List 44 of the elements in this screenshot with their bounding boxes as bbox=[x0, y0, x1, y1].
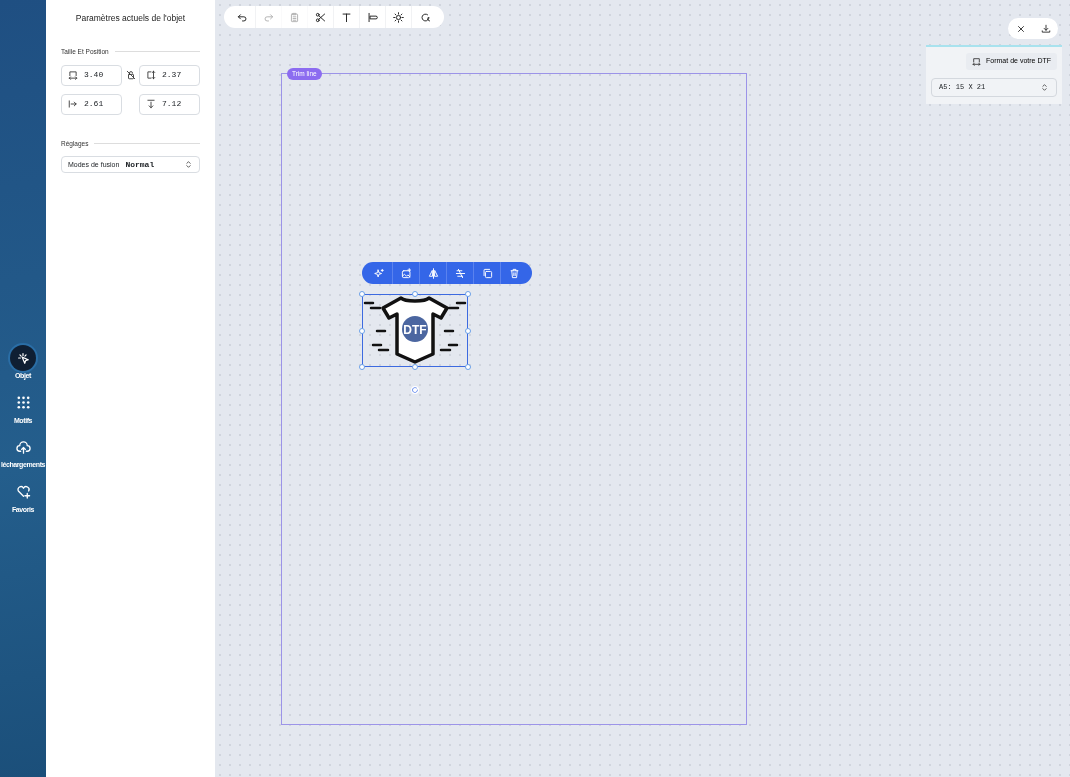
cursor-icon bbox=[16, 351, 30, 365]
close-icon bbox=[1015, 23, 1026, 34]
scissors-icon bbox=[315, 11, 326, 23]
flip-icon bbox=[427, 267, 439, 279]
undo-icon bbox=[237, 11, 248, 23]
tshirt-logo-drawing: DTF bbox=[363, 295, 467, 367]
field-icon bbox=[68, 70, 78, 80]
cloud-upload-icon bbox=[15, 439, 31, 455]
dot-grid-icon bbox=[15, 395, 31, 410]
resize-handle[interactable] bbox=[412, 364, 418, 370]
sparkle-icon bbox=[373, 267, 385, 279]
chevron-updown-icon bbox=[1040, 82, 1049, 92]
field-icon bbox=[146, 99, 156, 109]
redo-icon bbox=[263, 11, 274, 23]
rotate-icon bbox=[419, 11, 431, 23]
width-field[interactable]: 3.40 bbox=[61, 64, 122, 86]
resize-handle[interactable] bbox=[465, 291, 471, 297]
download-icon bbox=[1040, 23, 1051, 34]
height-field[interactable]: 2.37 bbox=[139, 64, 200, 86]
resize-handle[interactable] bbox=[465, 364, 471, 370]
resize-handle[interactable] bbox=[465, 328, 471, 334]
heart-plus-icon bbox=[15, 484, 31, 499]
text-icon bbox=[341, 11, 352, 23]
copy-icon bbox=[481, 267, 493, 279]
chevron-updown-icon bbox=[184, 160, 193, 170]
panel-title: Paramètres actuels de l'objet bbox=[74, 12, 187, 25]
field-icon bbox=[146, 70, 156, 80]
image-add-icon bbox=[400, 267, 412, 279]
resize-handle[interactable] bbox=[359, 364, 365, 370]
trash-icon bbox=[509, 267, 520, 279]
resize-handle[interactable] bbox=[412, 291, 418, 297]
clipboard-icon bbox=[289, 11, 300, 23]
resize-icon bbox=[972, 56, 982, 66]
y-position-field[interactable]: 7.12 bbox=[139, 93, 200, 115]
rotate-handle[interactable] bbox=[411, 386, 419, 394]
blend-mode-value: Normal bbox=[125, 158, 156, 171]
x-position-field[interactable]: 2.61 bbox=[61, 93, 122, 115]
resize-handle[interactable] bbox=[359, 328, 365, 334]
align-left-icon bbox=[367, 11, 378, 23]
resize-handle[interactable] bbox=[359, 291, 365, 297]
field-icon bbox=[68, 99, 78, 109]
brightness-icon bbox=[393, 11, 404, 23]
rotate-icon bbox=[411, 386, 419, 394]
align-center-icon bbox=[454, 267, 466, 279]
